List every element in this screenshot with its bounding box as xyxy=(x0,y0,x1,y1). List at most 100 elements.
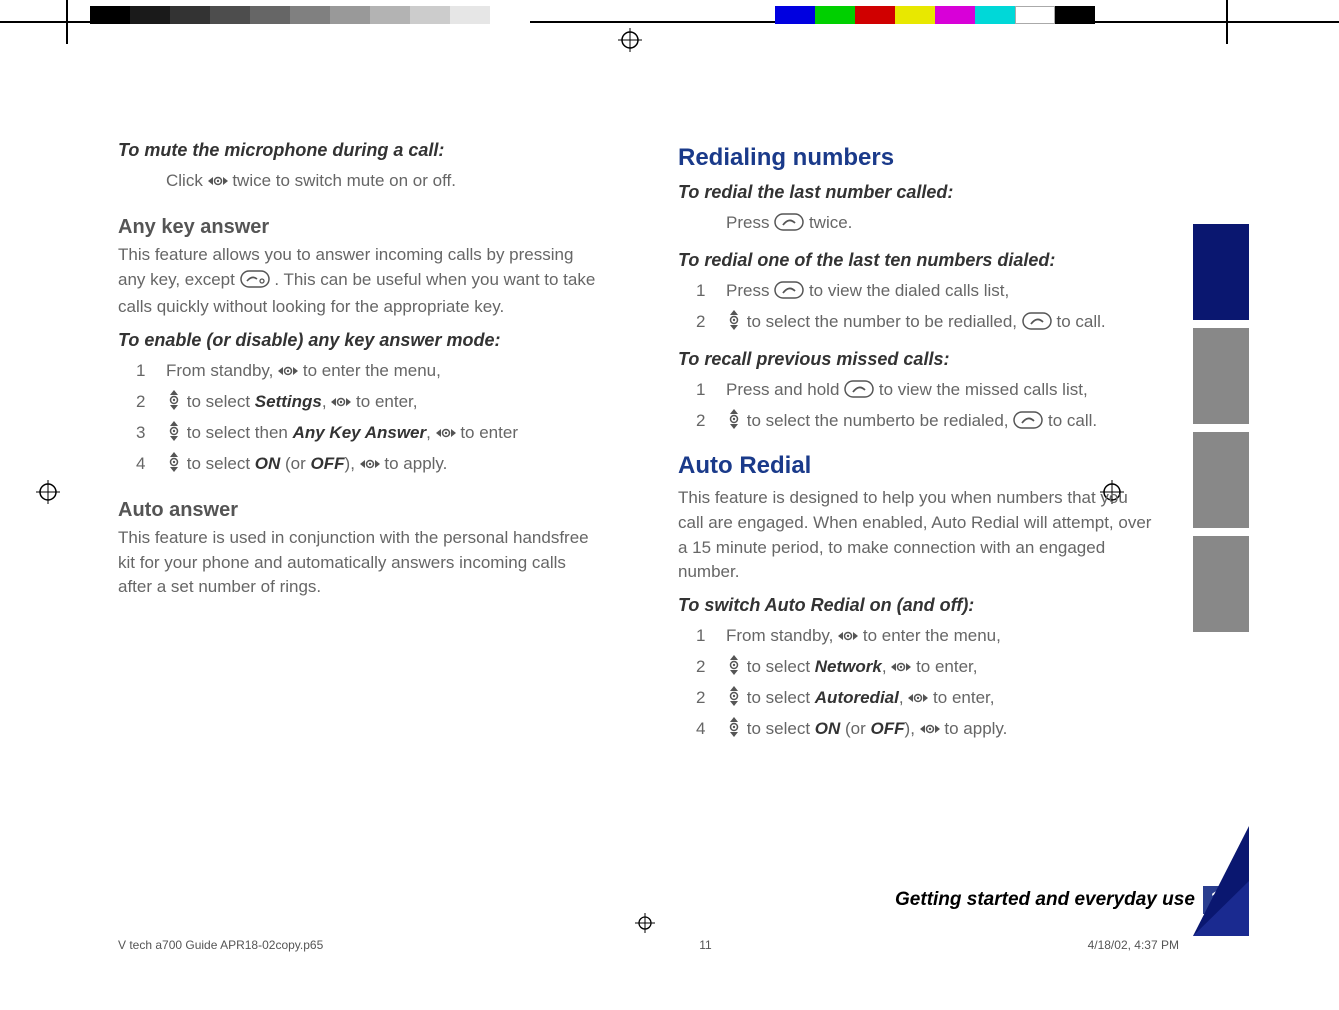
text: to apply. xyxy=(944,719,1007,738)
text: to select the numberto be redialed, xyxy=(747,411,1009,430)
call-key-icon xyxy=(844,379,874,407)
text: to call. xyxy=(1048,411,1097,430)
text: Settings xyxy=(255,392,322,411)
anykey-heading: Any key answer xyxy=(118,216,598,239)
text: ON xyxy=(815,719,841,738)
list-item: 4 to select ON (or OFF), to apply. xyxy=(118,450,598,481)
nav-lr-icon xyxy=(891,656,911,684)
text: to select the number to be redialled, xyxy=(747,312,1017,331)
registration-mark-icon xyxy=(618,28,642,57)
text: to select xyxy=(747,657,810,676)
text: From standby, xyxy=(726,626,833,645)
list-item: 1 From standby, to enter the menu, xyxy=(118,357,598,388)
call-key-icon xyxy=(774,280,804,308)
registration-mark-icon xyxy=(36,480,60,509)
side-color-strip xyxy=(1193,224,1249,640)
text: twice. xyxy=(809,213,852,232)
registration-mark-icon xyxy=(635,913,655,938)
nav-lr-icon xyxy=(360,453,380,481)
anykey-body: This feature allows you to answer incomi… xyxy=(118,243,598,320)
footer-section: Getting started and everyday use xyxy=(895,889,1195,911)
text: to view the missed calls list, xyxy=(879,380,1088,399)
nav-ud-icon xyxy=(726,655,742,684)
missed-heading: To recall previous missed calls: xyxy=(678,349,1158,370)
list-item: 2 to select Settings, to enter, xyxy=(118,388,598,419)
meta-page: 11 xyxy=(699,938,711,952)
call-key-icon xyxy=(1013,410,1043,438)
text: to enter, xyxy=(356,392,417,411)
nav-ud-icon xyxy=(166,452,182,481)
text: to select then xyxy=(187,423,288,442)
text: to call. xyxy=(1056,312,1105,331)
nav-lr-icon xyxy=(436,422,456,450)
list-item: 2 to select Autoredial, to enter, xyxy=(678,684,1158,715)
autoanswer-heading: Auto answer xyxy=(118,499,598,522)
text: to enter the menu, xyxy=(303,361,441,380)
text: (or xyxy=(285,454,306,473)
text: to enter, xyxy=(933,688,994,707)
nav-lr-icon xyxy=(208,170,228,198)
meta-file: V tech a700 Guide APR18-02copy.p65 xyxy=(118,938,323,952)
text: to select xyxy=(747,688,810,707)
anykey-enable-heading: To enable (or disable) any key answer mo… xyxy=(118,330,598,351)
call-key-icon xyxy=(774,212,804,240)
text: Autoredial xyxy=(815,688,899,707)
autoredial-section-heading: Auto Redial xyxy=(678,452,1158,480)
nav-ud-icon xyxy=(726,686,742,715)
list-item: 1 Press and hold to view the missed call… xyxy=(678,376,1158,407)
text: to select xyxy=(187,392,250,411)
text: From standby, xyxy=(166,361,273,380)
list-item: 1 From standby, to enter the menu, xyxy=(678,622,1158,653)
text: to enter xyxy=(460,423,518,442)
text: OFF xyxy=(311,454,345,473)
nav-lr-icon xyxy=(920,718,940,746)
nav-ud-icon xyxy=(166,421,182,450)
nav-ud-icon xyxy=(726,717,742,746)
list-item: 1 Press to view the dialed calls list, xyxy=(678,277,1158,308)
text: ON xyxy=(255,454,281,473)
nav-lr-icon xyxy=(331,391,351,419)
nav-ud-icon xyxy=(166,390,182,419)
grey-calibration-bars xyxy=(90,6,530,24)
last-heading: To redial the last number called: xyxy=(678,182,1158,203)
text: (or xyxy=(845,719,866,738)
last-step: Press twice. xyxy=(678,209,1158,240)
right-column: Redialing numbers To redial the last num… xyxy=(678,130,1158,746)
text: Press and hold xyxy=(726,380,839,399)
text: Any Key Answer xyxy=(293,423,427,442)
color-calibration-bars xyxy=(775,6,1095,24)
list-item: 2 to select Network, to enter, xyxy=(678,653,1158,684)
text: Press xyxy=(726,281,769,300)
redial-section-heading: Redialing numbers xyxy=(678,144,1158,172)
autoanswer-body: This feature is used in conjunction with… xyxy=(118,526,598,600)
text: Press xyxy=(726,213,769,232)
document-meta: V tech a700 Guide APR18-02copy.p65 11 4/… xyxy=(118,938,1179,952)
nav-lr-icon xyxy=(838,625,858,653)
list-item: 2 to select the numberto be redialed, to… xyxy=(678,407,1158,438)
call-key-icon xyxy=(1022,311,1052,339)
corner-decoration xyxy=(1193,826,1249,936)
text: to enter the menu, xyxy=(863,626,1001,645)
autoredial-switch-heading: To switch Auto Redial on (and off): xyxy=(678,595,1158,616)
text: to view the dialed calls list, xyxy=(809,281,1009,300)
text: to select xyxy=(747,719,810,738)
ten-heading: To redial one of the last ten numbers di… xyxy=(678,250,1158,271)
nav-lr-icon xyxy=(908,687,928,715)
mute-step: Click twice to switch mute on or off. xyxy=(118,167,598,198)
text: to enter, xyxy=(916,657,977,676)
footer: Getting started and everyday use 11 xyxy=(118,886,1239,914)
text: twice to switch mute on or off. xyxy=(232,171,456,190)
crop-rule-vertical-left xyxy=(66,0,68,44)
text: Click xyxy=(166,171,203,190)
end-key-icon xyxy=(240,270,270,296)
mute-heading: To mute the microphone during a call: xyxy=(118,140,598,161)
nav-ud-icon xyxy=(726,310,742,339)
list-item: 2 to select the number to be redialled, … xyxy=(678,308,1158,339)
nav-lr-icon xyxy=(278,360,298,388)
meta-date: 4/18/02, 4:37 PM xyxy=(1088,938,1179,952)
text: to select xyxy=(187,454,250,473)
left-column: To mute the microphone during a call: Cl… xyxy=(118,130,598,746)
nav-ud-icon xyxy=(726,409,742,438)
list-item: 4 to select ON (or OFF), to apply. xyxy=(678,715,1158,746)
text: Network xyxy=(815,657,882,676)
